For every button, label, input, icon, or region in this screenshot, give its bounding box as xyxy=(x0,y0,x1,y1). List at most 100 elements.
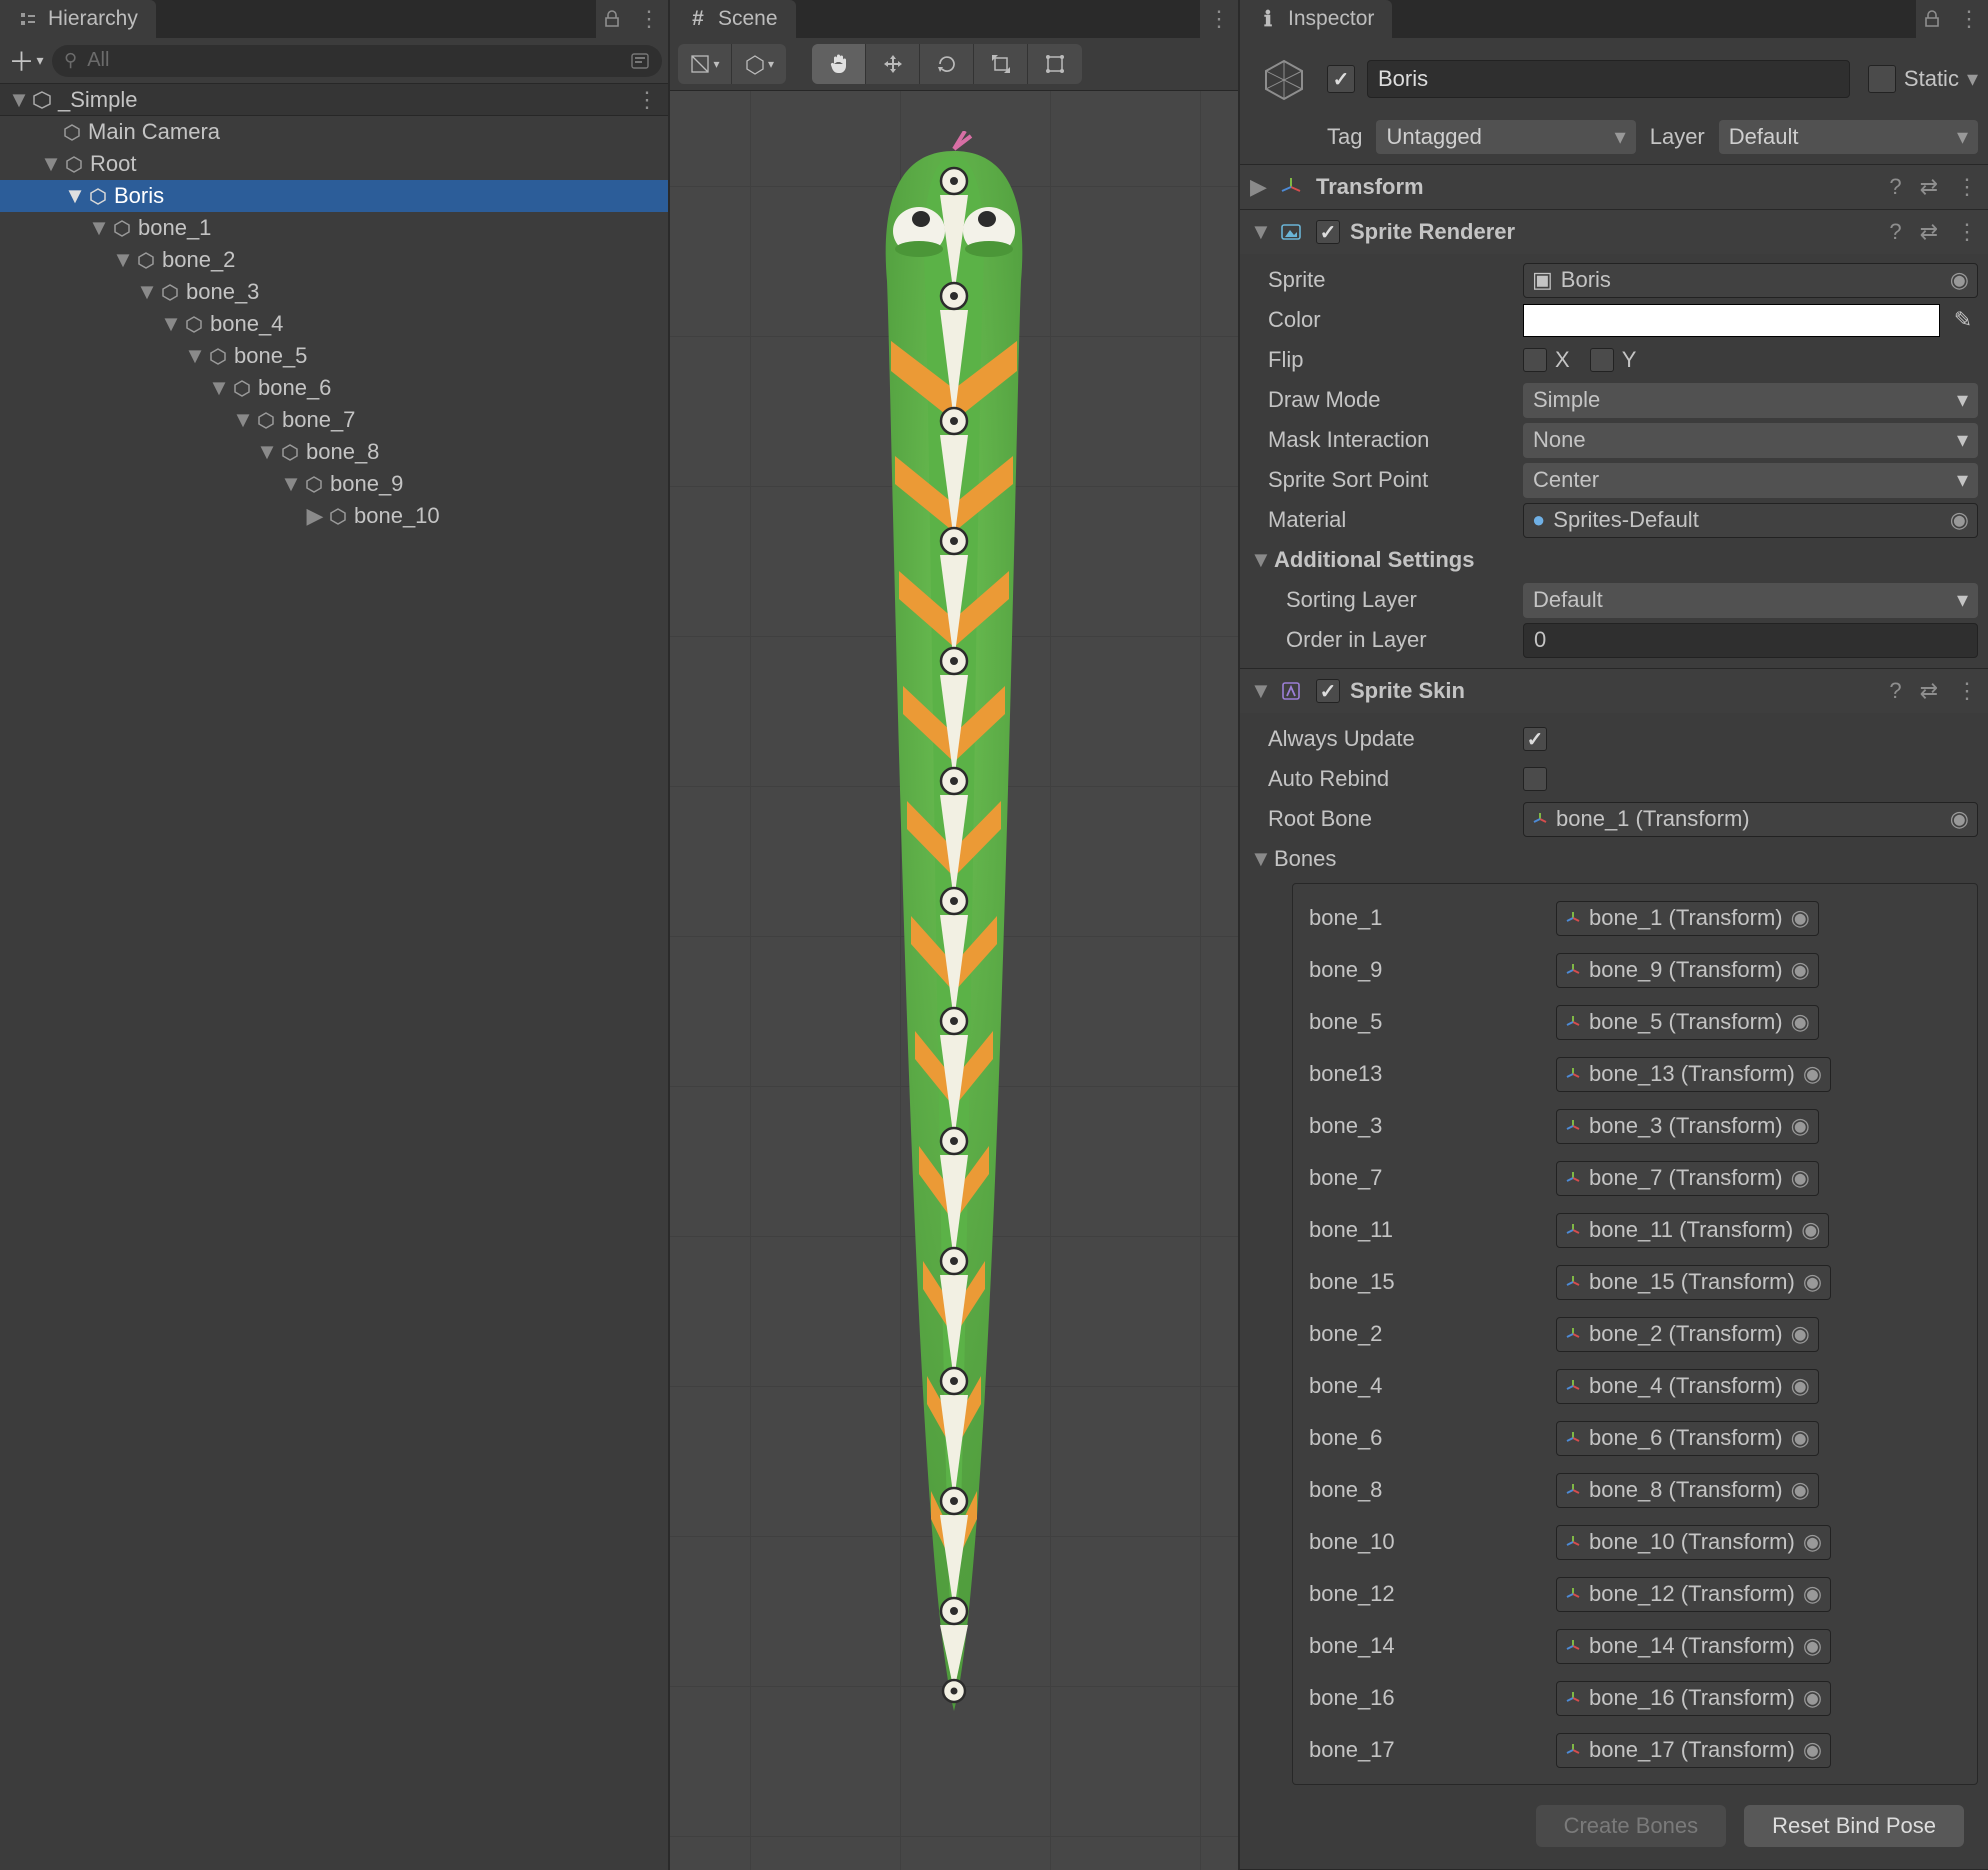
hierarchy-item-bone8[interactable]: ▼bone_8 xyxy=(0,436,668,468)
component-menu-icon[interactable]: ⋮ xyxy=(1956,219,1978,245)
bone-field[interactable]: bone_10 (Transform)◉ xyxy=(1556,1525,1831,1560)
bone-field[interactable]: bone_9 (Transform)◉ xyxy=(1556,953,1819,988)
help-icon[interactable]: ? xyxy=(1889,678,1901,704)
object-picker-icon[interactable]: ◉ xyxy=(1950,806,1969,832)
fold-icon[interactable]: ▼ xyxy=(234,407,252,433)
create-button[interactable]: ＋▾ xyxy=(6,44,46,78)
draw-mode-dropdown[interactable]: Simple▾ xyxy=(1523,383,1978,418)
object-picker-icon[interactable]: ◉ xyxy=(1950,267,1969,293)
gameobject-name-field[interactable]: Boris xyxy=(1367,60,1850,98)
root-bone-field[interactable]: bone_1 (Transform)◉ xyxy=(1523,802,1978,837)
hierarchy-item-bone1[interactable]: ▼bone_1 xyxy=(0,212,668,244)
object-picker-icon[interactable]: ◉ xyxy=(1803,1061,1822,1087)
layer-dropdown[interactable]: Default▾ xyxy=(1719,120,1978,154)
auto-rebind-checkbox[interactable] xyxy=(1523,767,1547,791)
lock-icon[interactable] xyxy=(604,10,622,28)
bone-field[interactable]: bone_14 (Transform)◉ xyxy=(1556,1629,1831,1664)
object-picker-icon[interactable]: ◉ xyxy=(1950,507,1969,533)
hierarchy-item-bone6[interactable]: ▼bone_6 xyxy=(0,372,668,404)
scene-row[interactable]: ▼ _Simple ⋮ xyxy=(0,84,668,116)
color-field[interactable] xyxy=(1523,304,1940,337)
bone-field[interactable]: bone_11 (Transform)◉ xyxy=(1556,1213,1829,1248)
component-menu-icon[interactable]: ⋮ xyxy=(1956,678,1978,704)
help-icon[interactable]: ? xyxy=(1889,174,1901,200)
bone-field[interactable]: bone_16 (Transform)◉ xyxy=(1556,1681,1831,1716)
fold-icon[interactable]: ▼ xyxy=(186,343,204,369)
panel-menu-icon[interactable]: ⋮ xyxy=(1208,6,1230,32)
object-picker-icon[interactable]: ◉ xyxy=(1803,1737,1822,1763)
bone-field[interactable]: bone_6 (Transform)◉ xyxy=(1556,1421,1819,1456)
search-type-icon[interactable] xyxy=(630,51,650,71)
bone-field[interactable]: bone_13 (Transform)◉ xyxy=(1556,1057,1831,1092)
preset-icon[interactable]: ⇄ xyxy=(1920,678,1938,704)
fold-icon[interactable]: ▼ xyxy=(138,279,156,305)
fold-icon[interactable]: ▼ xyxy=(114,247,132,273)
fold-icon[interactable]: ▼ xyxy=(210,375,228,401)
help-icon[interactable]: ? xyxy=(1889,219,1901,245)
object-picker-icon[interactable]: ◉ xyxy=(1791,1113,1810,1139)
object-picker-icon[interactable]: ◉ xyxy=(1803,1529,1822,1555)
fold-icon[interactable]: ▼ xyxy=(66,183,84,209)
sorting-layer-dropdown[interactable]: Default▾ xyxy=(1523,583,1978,618)
active-checkbox[interactable] xyxy=(1327,65,1355,93)
move-tool[interactable] xyxy=(866,44,920,84)
fold-icon[interactable]: ▼ xyxy=(1250,219,1266,245)
bone-field[interactable]: bone_12 (Transform)◉ xyxy=(1556,1577,1831,1612)
rect-tool[interactable] xyxy=(1028,44,1082,84)
static-checkbox[interactable] xyxy=(1868,65,1896,93)
fold-icon[interactable]: ▼ xyxy=(42,151,60,177)
object-picker-icon[interactable]: ◉ xyxy=(1803,1581,1822,1607)
hierarchy-item-boris[interactable]: ▼ Boris xyxy=(0,180,668,212)
object-picker-icon[interactable]: ◉ xyxy=(1791,1321,1810,1347)
object-picker-icon[interactable]: ◉ xyxy=(1791,1165,1810,1191)
always-update-checkbox[interactable] xyxy=(1523,727,1547,751)
bone-field[interactable]: bone_7 (Transform)◉ xyxy=(1556,1161,1819,1196)
bone-field[interactable]: bone_2 (Transform)◉ xyxy=(1556,1317,1819,1352)
hierarchy-item-main-camera[interactable]: Main Camera xyxy=(0,116,668,148)
object-picker-icon[interactable]: ◉ xyxy=(1791,1477,1810,1503)
fold-icon[interactable]: ▼ xyxy=(1250,678,1266,704)
object-picker-icon[interactable]: ◉ xyxy=(1791,1373,1810,1399)
sprite-field[interactable]: ▣Boris◉ xyxy=(1523,263,1978,298)
gameobject-big-icon[interactable] xyxy=(1253,48,1315,110)
bone-field[interactable]: bone_8 (Transform)◉ xyxy=(1556,1473,1819,1508)
object-picker-icon[interactable]: ◉ xyxy=(1791,957,1810,983)
bone-field[interactable]: bone_15 (Transform)◉ xyxy=(1556,1265,1831,1300)
hierarchy-item-bone3[interactable]: ▼bone_3 xyxy=(0,276,668,308)
fold-icon[interactable]: ▼ xyxy=(10,87,28,113)
flip-x-checkbox[interactable] xyxy=(1523,348,1547,372)
bone-field[interactable]: bone_3 (Transform)◉ xyxy=(1556,1109,1819,1144)
panel-menu-icon[interactable]: ⋮ xyxy=(1958,6,1980,32)
order-field[interactable]: 0 xyxy=(1523,623,1978,658)
fold-icon[interactable]: ▼ xyxy=(1250,846,1266,872)
tag-dropdown[interactable]: Untagged▾ xyxy=(1376,120,1635,154)
eyedropper-icon[interactable]: ✎ xyxy=(1948,307,1978,333)
gizmo-button[interactable]: ▾ xyxy=(732,44,786,84)
rotate-tool[interactable] xyxy=(920,44,974,84)
hierarchy-item-bone9[interactable]: ▼bone_9 xyxy=(0,468,668,500)
scene-sprite-boris[interactable] xyxy=(849,131,1059,1731)
object-picker-icon[interactable]: ◉ xyxy=(1803,1633,1822,1659)
fold-icon[interactable]: ▼ xyxy=(282,471,300,497)
hierarchy-item-bone7[interactable]: ▼bone_7 xyxy=(0,404,668,436)
transform-header[interactable]: ▶ Transform ?⇄⋮ xyxy=(1240,165,1988,209)
bone-field[interactable]: bone_1 (Transform)◉ xyxy=(1556,901,1819,936)
object-picker-icon[interactable]: ◉ xyxy=(1791,1425,1810,1451)
hierarchy-item-bone10[interactable]: ▶bone_10 xyxy=(0,500,668,532)
object-picker-icon[interactable]: ◉ xyxy=(1803,1269,1822,1295)
preset-icon[interactable]: ⇄ xyxy=(1920,219,1938,245)
object-picker-icon[interactable]: ◉ xyxy=(1801,1217,1820,1243)
hierarchy-item-bone2[interactable]: ▼bone_2 xyxy=(0,244,668,276)
bone-field[interactable]: bone_17 (Transform)◉ xyxy=(1556,1733,1831,1768)
bone-field[interactable]: bone_4 (Transform)◉ xyxy=(1556,1369,1819,1404)
sprite-skin-header[interactable]: ▼ Sprite Skin ?⇄⋮ xyxy=(1240,669,1988,713)
sort-point-dropdown[interactable]: Center▾ xyxy=(1523,463,1978,498)
object-picker-icon[interactable]: ◉ xyxy=(1803,1685,1822,1711)
panel-menu-icon[interactable]: ⋮ xyxy=(638,6,660,32)
flip-y-checkbox[interactable] xyxy=(1590,348,1614,372)
scene-tab[interactable]: # Scene xyxy=(670,0,796,38)
reset-bind-pose-button[interactable]: Reset Bind Pose xyxy=(1744,1805,1964,1847)
hierarchy-item-root[interactable]: ▼ Root xyxy=(0,148,668,180)
lock-icon[interactable] xyxy=(1924,10,1942,28)
hierarchy-tab[interactable]: Hierarchy xyxy=(0,0,156,38)
